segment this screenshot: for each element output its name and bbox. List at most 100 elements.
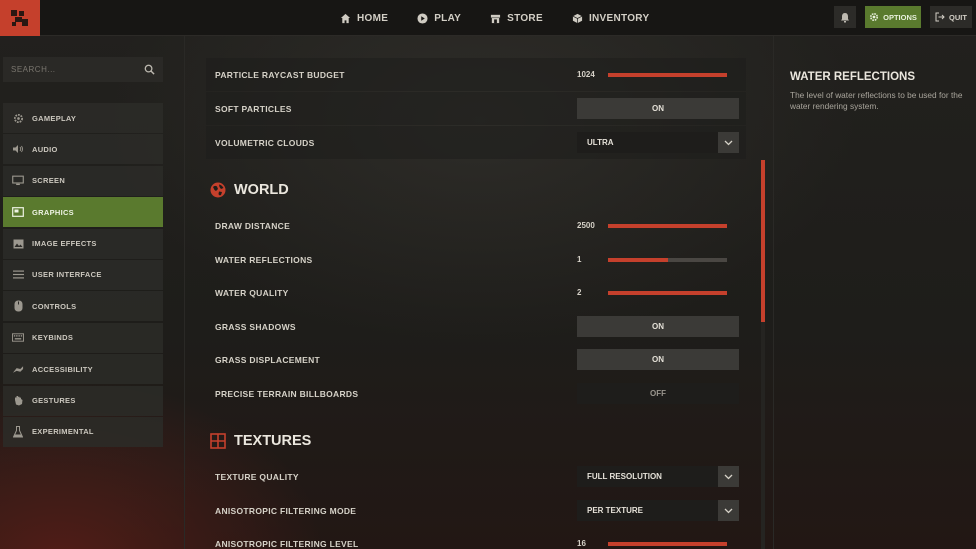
volumetric-clouds-dropdown[interactable]: ULTRA <box>577 132 739 153</box>
globe-icon <box>210 182 226 198</box>
sidebar-item-gestures[interactable]: GESTURES <box>3 385 163 416</box>
settings-list: PARTICLE RAYCAST BUDGET 1024 SOFT PARTIC… <box>206 36 746 549</box>
scrollbar-thumb[interactable] <box>761 160 765 322</box>
section-title: WORLD <box>234 182 289 198</box>
setting-row-soft-particles: SOFT PARTICLES ON <box>206 92 746 125</box>
sidebar-item-user-interface[interactable]: USER INTERFACE <box>3 259 163 290</box>
home-icon <box>340 13 351 23</box>
chevron-down-icon[interactable] <box>718 132 739 153</box>
quit-label: QUIT <box>949 12 967 22</box>
nav-inventory-label: INVENTORY <box>588 12 650 24</box>
water-quality-slider[interactable] <box>608 290 727 295</box>
chevron-down-icon[interactable] <box>718 500 739 521</box>
setting-row-precise-terrain-billboards: PRECISE TERRAIN BILLBOARDS OFF <box>206 377 746 410</box>
water-reflections-slider[interactable] <box>608 257 727 262</box>
sidebar-item-keybinds[interactable]: KEYBINDS <box>3 322 163 353</box>
sidebar-item-label: USER INTERFACE <box>32 270 102 280</box>
slider-value: 2 <box>577 288 582 297</box>
main-nav: HOME PLAY STORE INVENTORY <box>340 0 678 36</box>
image-icon <box>12 238 24 250</box>
sidebar-item-label: GAMEPLAY <box>32 113 77 123</box>
slider-value: 2500 <box>577 221 595 230</box>
sidebar-item-label: GRAPHICS <box>32 207 74 217</box>
sidebar-item-label: EXPERIMENTAL <box>32 427 94 437</box>
speaker-icon <box>12 143 24 155</box>
rust-logo[interactable] <box>0 0 40 36</box>
sidebar-item-graphics[interactable]: GRAPHICS <box>3 197 163 228</box>
nav-inventory[interactable]: INVENTORY <box>572 13 650 24</box>
sidebar-item-accessibility[interactable]: ACCESSIBILITY <box>3 354 163 385</box>
setting-row-water-reflections: WATER REFLECTIONS 1 <box>206 243 746 276</box>
info-title: WATER REFLECTIONS <box>790 71 916 83</box>
setting-row-anisotropic-filtering-mode: ANISOTROPIC FILTERING MODE PER TEXTURE <box>206 494 746 527</box>
section-world: WORLD <box>210 182 289 198</box>
setting-label: SOFT PARTICLES <box>215 103 292 114</box>
grass-displacement-toggle[interactable]: ON <box>577 349 739 370</box>
accessibility-icon <box>12 363 24 375</box>
texture-quality-dropdown[interactable]: FULL RESOLUTION <box>577 466 739 487</box>
sidebar-item-experimental[interactable]: EXPERIMENTAL <box>3 416 163 447</box>
sidebar-item-label: KEYBINDS <box>32 333 74 343</box>
slider-fill <box>608 257 668 262</box>
search-input[interactable] <box>11 65 144 74</box>
grass-shadows-toggle[interactable]: ON <box>577 316 739 337</box>
setting-row-water-quality: WATER QUALITY 2 <box>206 276 746 309</box>
inventory-icon <box>572 13 583 23</box>
setting-row-anisotropic-filtering-level: ANISOTROPIC FILTERING LEVEL 16 <box>206 527 746 549</box>
store-icon <box>491 14 501 23</box>
slider-value: 1024 <box>577 70 595 79</box>
graphics-icon <box>12 206 24 218</box>
section-title: TEXTURES <box>234 433 312 449</box>
search-box <box>3 57 163 82</box>
bell-icon <box>841 12 849 22</box>
setting-label: VOLUMETRIC CLOUDS <box>215 137 315 148</box>
notifications-button[interactable] <box>834 6 856 28</box>
hand-icon <box>12 395 24 407</box>
dropdown-value: PER TEXTURE <box>587 506 644 515</box>
setting-label: WATER REFLECTIONS <box>215 254 313 265</box>
setting-label: ANISOTROPIC FILTERING LEVEL <box>215 538 359 549</box>
setting-label: GRASS DISPLACEMENT <box>215 354 321 365</box>
setting-row-draw-distance: DRAW DISTANCE 2500 <box>206 209 746 242</box>
monitor-icon <box>12 175 24 187</box>
draw-distance-slider[interactable] <box>608 223 727 228</box>
setting-row-volumetric-clouds: VOLUMETRIC CLOUDS ULTRA <box>206 126 746 159</box>
top-bar: HOME PLAY STORE INVENTORY OPTIONS QUIT <box>0 0 976 36</box>
search-icon[interactable] <box>144 64 155 75</box>
setting-row-texture-quality: TEXTURE QUALITY FULL RESOLUTION <box>206 460 746 493</box>
setting-row-particle-raycast-budget: PARTICLE RAYCAST BUDGET 1024 <box>206 58 746 91</box>
info-description: The level of water reflections to be use… <box>790 90 963 111</box>
options-label: OPTIONS <box>883 12 917 22</box>
exit-icon <box>935 12 945 22</box>
nav-play[interactable]: PLAY <box>417 13 461 24</box>
precise-terrain-toggle[interactable]: OFF <box>577 383 739 404</box>
sidebar-item-controls[interactable]: CONTROLS <box>3 291 163 322</box>
sidebar-item-image-effects[interactable]: IMAGE EFFECTS <box>3 228 163 259</box>
quit-button[interactable]: QUIT <box>930 6 972 28</box>
options-button[interactable]: OPTIONS <box>865 6 921 28</box>
flask-icon <box>12 425 24 438</box>
sidebar-item-gameplay[interactable]: GAMEPLAY <box>3 103 163 133</box>
sidebar-item-audio[interactable]: AUDIO <box>3 134 163 165</box>
sidebar-item-screen[interactable]: SCREEN <box>3 165 163 196</box>
info-divider <box>773 36 774 549</box>
nav-store-label: STORE <box>507 12 543 24</box>
anisotropic-level-slider[interactable] <box>608 541 727 546</box>
dropdown-value: ULTRA <box>587 138 614 147</box>
nav-home-label: HOME <box>357 12 389 24</box>
gear-icon <box>12 112 24 124</box>
setting-label: ANISOTROPIC FILTERING MODE <box>215 505 357 516</box>
slider-fill <box>608 72 727 77</box>
anisotropic-mode-dropdown[interactable]: PER TEXTURE <box>577 500 739 521</box>
particle-raycast-slider[interactable] <box>608 72 727 77</box>
chevron-down-icon[interactable] <box>718 466 739 487</box>
nav-store[interactable]: STORE <box>490 13 543 24</box>
section-textures: TEXTURES <box>210 433 311 449</box>
dropdown-value: FULL RESOLUTION <box>587 472 662 481</box>
sidebar-item-label: IMAGE EFFECTS <box>32 239 97 249</box>
setting-row-grass-shadows: GRASS SHADOWS ON <box>206 310 746 343</box>
mouse-icon <box>12 300 24 312</box>
nav-play-label: PLAY <box>434 12 462 24</box>
soft-particles-toggle[interactable]: ON <box>577 98 739 119</box>
nav-home[interactable]: HOME <box>340 13 388 24</box>
